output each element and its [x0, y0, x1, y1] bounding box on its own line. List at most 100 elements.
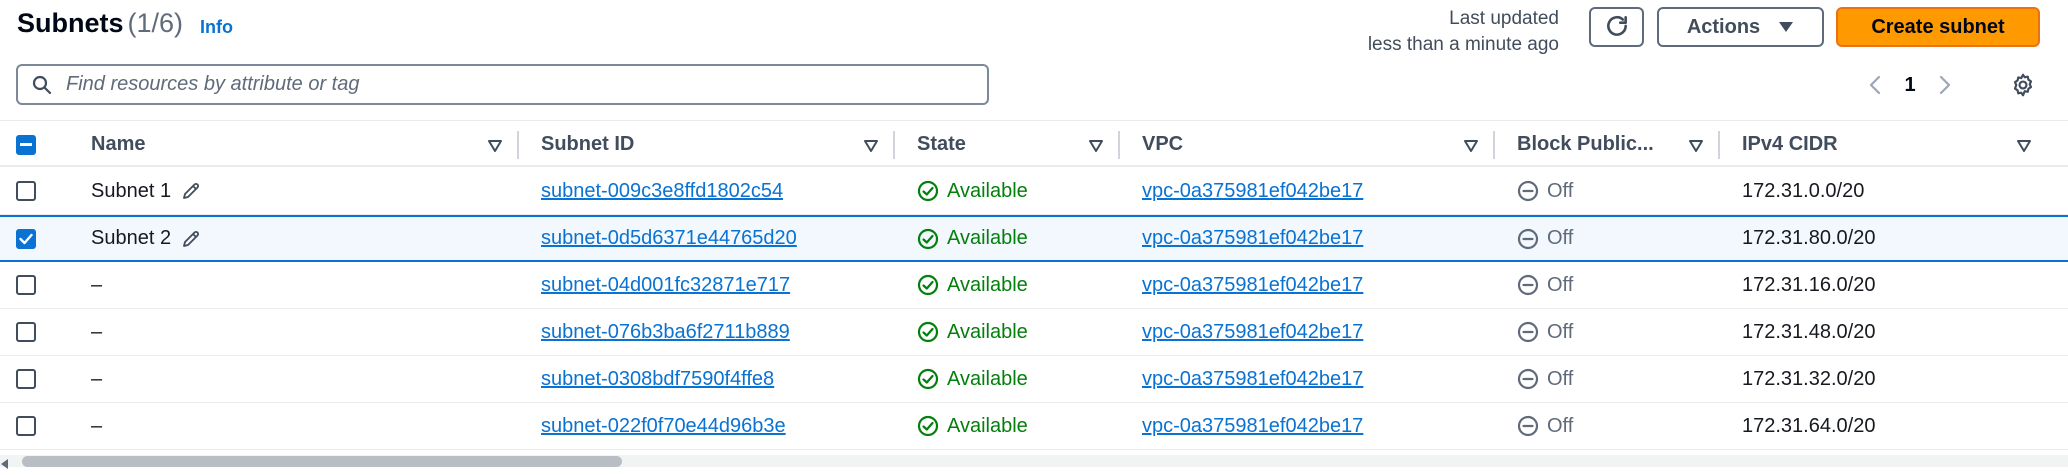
table-row[interactable]: – subnet-076b3ba6f2711b889 Available vpc-0a… [0, 309, 2068, 356]
name-cell: – [91, 262, 102, 308]
row-checkbox[interactable] [16, 369, 36, 389]
ipv4-cidr-cell: 172.31.0.0/20 [1742, 168, 1864, 214]
last-updated: Last updated less than a minute ago [1368, 6, 1559, 58]
vpc-link[interactable]: vpc-0a375981ef042be17 [1142, 321, 1363, 344]
scroll-left-icon[interactable] [0, 456, 10, 469]
sort-caret-icon[interactable] [1463, 136, 1479, 159]
subnet-id-link[interactable]: subnet-0d5d6371e44765d20 [541, 227, 797, 250]
pencil-icon[interactable] [181, 229, 201, 249]
subnet-name: – [91, 414, 103, 437]
caret-down-icon [1778, 21, 1794, 33]
column-divider[interactable] [1718, 131, 1720, 159]
check-circle-icon [917, 321, 939, 343]
table-row[interactable]: Subnet 1 subnet-009c3e8ffd1802c54 Availabl… [0, 168, 2068, 215]
subnet-id-link[interactable]: subnet-076b3ba6f2711b889 [541, 321, 790, 344]
subnet-id-cell: subnet-009c3e8ffd1802c54 [541, 168, 783, 214]
sort-caret-icon[interactable] [1088, 136, 1104, 159]
minus-circle-icon [1517, 180, 1539, 202]
previous-page-button[interactable] [1860, 70, 1890, 100]
horizontal-scrollbar[interactable] [0, 452, 2068, 470]
row-checkbox[interactable] [16, 181, 36, 201]
row-checkbox[interactable] [16, 228, 36, 249]
vpc-link[interactable]: vpc-0a375981ef042be17 [1142, 180, 1363, 203]
row-select-cell [16, 403, 36, 449]
actions-button-label: Actions [1686, 15, 1761, 38]
name-cell: – [91, 309, 102, 355]
row-checkbox[interactable] [16, 416, 36, 436]
subnet-id-cell: subnet-076b3ba6f2711b889 [541, 309, 790, 355]
actions-button[interactable]: Actions [1657, 7, 1824, 47]
ipv4-cidr-text: 172.31.0.0/20 [1742, 179, 1865, 202]
subnet-id-cell: subnet-0d5d6371e44765d20 [541, 217, 797, 260]
vpc-cell: vpc-0a375981ef042be17 [1142, 217, 1363, 260]
create-subnet-button[interactable]: Create subnet [1836, 7, 2040, 47]
column-header-label: Name [91, 133, 146, 155]
state-cell: Available [917, 217, 1028, 260]
vpc-link[interactable]: vpc-0a375981ef042be17 [1142, 415, 1363, 438]
row-select-cell [16, 356, 36, 402]
state-text: Available [947, 273, 1028, 296]
selection-count: (1/6) [127, 8, 184, 38]
next-page-button[interactable] [1930, 70, 1960, 100]
state-cell: Available [917, 168, 1028, 214]
search-field[interactable] [16, 64, 989, 105]
subnet-id-link[interactable]: subnet-04d001fc32871e717 [541, 274, 790, 297]
table-row[interactable]: – subnet-04d001fc32871e717 Available vpc-0a… [0, 262, 2068, 309]
subnet-id-cell: subnet-04d001fc32871e717 [541, 262, 790, 308]
column-header-ipv4-cidr[interactable]: IPv4 CIDR [1742, 121, 2046, 168]
vpc-link[interactable]: vpc-0a375981ef042be17 [1142, 227, 1363, 250]
vpc-cell: vpc-0a375981ef042be17 [1142, 403, 1363, 449]
search-input[interactable] [64, 72, 987, 97]
column-divider[interactable] [517, 131, 519, 159]
column-header-label: Block Public... [1517, 133, 1654, 155]
vpc-cell: vpc-0a375981ef042be17 [1142, 262, 1363, 308]
column-divider[interactable] [1118, 131, 1120, 159]
ipv4-cidr-cell: 172.31.16.0/20 [1742, 262, 1875, 308]
column-header-subnet-id[interactable]: Subnet ID [541, 121, 893, 168]
ipv4-cidr-text: 172.31.80.0/20 [1742, 227, 1876, 249]
subnet-id-link[interactable]: subnet-0308bdf7590f4ffe8 [541, 368, 774, 391]
row-checkbox[interactable] [16, 322, 36, 342]
vpc-link[interactable]: vpc-0a375981ef042be17 [1142, 274, 1363, 297]
table-settings-button[interactable] [2006, 68, 2040, 102]
subnet-id-link[interactable]: subnet-022f0f70e44d96b3e [541, 415, 786, 438]
check-circle-icon [917, 415, 939, 437]
row-checkbox[interactable] [16, 275, 36, 295]
column-divider[interactable] [1493, 131, 1495, 159]
column-header-label: State [917, 133, 966, 155]
column-header-block-public[interactable]: Block Public... [1517, 121, 1718, 168]
subnet-id-cell: subnet-0308bdf7590f4ffe8 [541, 356, 774, 402]
last-updated-label: Last updated [1449, 8, 1559, 29]
table-row[interactable]: Subnet 2 subnet-0d5d6371e44765d20 Availabl… [0, 215, 2068, 262]
vpc-cell: vpc-0a375981ef042be17 [1142, 356, 1363, 402]
column-header-state[interactable]: State [917, 121, 1118, 168]
table-row[interactable]: – subnet-022f0f70e44d96b3e Available vpc-0a… [0, 403, 2068, 450]
sort-caret-icon[interactable] [487, 136, 503, 159]
column-divider[interactable] [893, 131, 895, 159]
block-public-text: Off [1547, 414, 1574, 437]
minus-circle-icon [1517, 274, 1539, 296]
column-header-name[interactable]: Name [91, 121, 517, 168]
sort-caret-icon[interactable] [863, 136, 879, 159]
sort-caret-icon[interactable] [2016, 136, 2032, 159]
ipv4-cidr-cell: 172.31.48.0/20 [1742, 309, 1875, 355]
select-all-checkbox[interactable] [16, 134, 36, 155]
page-number-current[interactable]: 1 [1890, 74, 1930, 97]
table-row[interactable]: – subnet-0308bdf7590f4ffe8 Available vpc-0a… [0, 356, 2068, 403]
block-public-text: Off [1547, 179, 1574, 202]
check-circle-icon [917, 368, 939, 390]
refresh-button[interactable] [1589, 7, 1644, 47]
row-select-cell [16, 168, 36, 214]
state-text: Available [947, 227, 1028, 249]
subnet-name: – [91, 367, 103, 390]
column-header-vpc[interactable]: VPC [1142, 121, 1493, 168]
state-cell: Available [917, 262, 1028, 308]
sort-caret-icon[interactable] [1688, 136, 1704, 159]
scrollbar-thumb[interactable] [22, 456, 622, 467]
info-link[interactable]: Info [200, 17, 233, 38]
subnet-id-link[interactable]: subnet-009c3e8ffd1802c54 [541, 180, 783, 203]
vpc-link[interactable]: vpc-0a375981ef042be17 [1142, 368, 1363, 391]
vpc-cell: vpc-0a375981ef042be17 [1142, 309, 1363, 355]
pencil-icon[interactable] [181, 181, 201, 201]
page-title-text: Subnets [17, 8, 124, 38]
